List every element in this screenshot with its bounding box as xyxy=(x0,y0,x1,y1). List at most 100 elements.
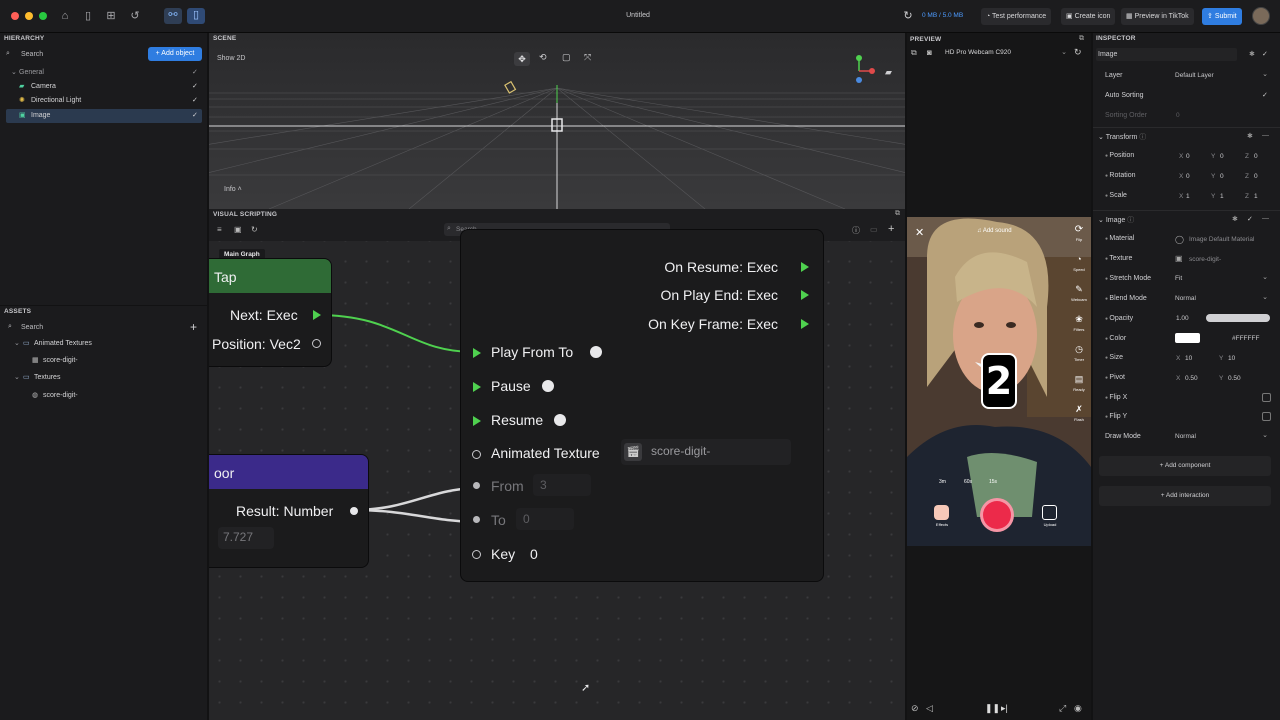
test-performance-button[interactable]: ◔ Test performance xyxy=(981,8,1052,25)
camera-view-icon[interactable]: ▰ xyxy=(885,67,892,78)
material-field[interactable]: Image Default Material xyxy=(1189,236,1254,243)
more-icon[interactable]: — xyxy=(1262,132,1269,139)
refresh-icon[interactable]: ↻ xyxy=(1074,47,1082,58)
add-interaction-button[interactable]: + Add interaction xyxy=(1099,486,1271,506)
panel-view-icon[interactable]: ▯ xyxy=(187,8,205,24)
duration-option[interactable]: 60s xyxy=(964,479,972,485)
pause-trigger-button[interactable] xyxy=(542,380,554,392)
scene-viewport[interactable]: SCENE Show 2D ✥ ⟲ ▢ ⤧ ▰ Info ˄ xyxy=(209,33,905,209)
maximize-window-button[interactable] xyxy=(39,12,47,20)
scale-z-input[interactable]: 1 xyxy=(1254,193,1258,200)
avatar[interactable] xyxy=(1252,7,1270,25)
rotate-tool-icon[interactable]: ⟲ xyxy=(539,52,547,63)
to-input-pin[interactable] xyxy=(473,516,480,523)
camera-icon[interactable]: ◙ xyxy=(927,48,932,57)
key-input-pin[interactable] xyxy=(472,550,481,559)
exec-output-pin[interactable] xyxy=(313,310,321,320)
transform-section-header[interactable]: ⌄ Transform ⓘ xyxy=(1098,132,1146,142)
stretch-mode-select[interactable]: Fit ⌄ xyxy=(1172,272,1268,285)
check-icon[interactable]: ✓ xyxy=(1262,50,1268,58)
check-icon[interactable]: ✓ xyxy=(1247,215,1253,223)
color-hex-input[interactable]: #FFFFFF xyxy=(1232,335,1259,342)
step-forward-icon[interactable]: ▸| xyxy=(1001,703,1008,714)
preview-tiktok-button[interactable]: ▦ Preview in TikTok xyxy=(1121,8,1194,25)
vec2-output-pin[interactable] xyxy=(312,339,321,348)
blend-mode-select[interactable]: Normal ⌄ xyxy=(1172,292,1268,305)
auto-sorting-checkbox[interactable]: ✓ xyxy=(1262,91,1268,99)
scale-y-input[interactable]: 1 xyxy=(1220,193,1224,200)
axis-gizmo-icon[interactable] xyxy=(849,53,889,87)
pivot-x-input[interactable]: 0.50 xyxy=(1185,375,1198,382)
effects-icon[interactable] xyxy=(934,505,949,520)
submit-button[interactable]: ⇪ Submit xyxy=(1202,8,1242,25)
hierarchy-item-image[interactable]: ▣ Image ✓ xyxy=(6,109,202,123)
webcam-icon[interactable]: ✎ xyxy=(1070,284,1088,295)
minimize-window-button[interactable] xyxy=(25,12,33,20)
record-icon[interactable]: ◉ xyxy=(1074,703,1082,714)
size-y-input[interactable]: 10 xyxy=(1228,355,1235,362)
refresh-icon[interactable]: ↻ xyxy=(901,9,915,23)
size-x-input[interactable]: 10 xyxy=(1185,355,1192,362)
home-icon[interactable]: ⌂ xyxy=(58,9,72,23)
video-preview[interactable]: 2 ✕ ♫ Add sound ⟳ Flip ◔ Speed ✎ Webcam … xyxy=(907,217,1091,546)
hierarchy-search-input[interactable]: Search xyxy=(21,51,43,58)
layer-select[interactable]: Default Layer ⌄ xyxy=(1172,69,1268,82)
exec-input-pin[interactable] xyxy=(473,416,481,426)
flip-x-checkbox[interactable] xyxy=(1262,393,1271,402)
duration-option[interactable]: 3m xyxy=(939,479,946,485)
opacity-input[interactable]: 1.00 xyxy=(1176,315,1189,322)
create-icon-button[interactable]: ▣ Create icon xyxy=(1061,8,1116,25)
history-icon[interactable]: ↺ xyxy=(128,9,142,23)
check-icon[interactable]: ✓ xyxy=(192,94,198,108)
scale-tool-icon[interactable]: ▢ xyxy=(562,52,571,63)
image-section-header[interactable]: ⌄ Image ⓘ xyxy=(1098,215,1134,225)
sorting-order-value[interactable]: 0 xyxy=(1176,112,1180,119)
duration-option[interactable]: 15s xyxy=(989,479,997,485)
layout-icon[interactable]: ▯ xyxy=(81,9,95,23)
exec-input-pin[interactable] xyxy=(473,348,481,358)
add-component-button[interactable]: + Add component xyxy=(1099,456,1271,476)
show-2d-toggle[interactable]: Show 2D xyxy=(217,55,245,62)
assets-search-input[interactable]: Search xyxy=(21,324,43,331)
opacity-slider[interactable] xyxy=(1206,314,1270,322)
tap-node[interactable]: Tap Next: Exec Position: Vec2 xyxy=(209,258,332,367)
close-window-button[interactable] xyxy=(11,12,19,20)
target-icon[interactable]: ⊘ xyxy=(911,703,919,714)
play-from-to-trigger-button[interactable] xyxy=(590,346,602,358)
animated-texture-field[interactable]: 🎬︎ score-digit- xyxy=(621,439,791,465)
close-icon[interactable]: ✕ xyxy=(915,226,924,239)
scale-x-input[interactable]: 1 xyxy=(1186,193,1190,200)
exec-output-pin[interactable] xyxy=(801,290,809,300)
add-sound-button[interactable]: ♫ Add sound xyxy=(977,228,1012,234)
timer-icon[interactable]: ◷ xyxy=(1070,344,1088,355)
record-button[interactable] xyxy=(980,498,1014,532)
rotation-z-input[interactable]: 0 xyxy=(1254,173,1258,180)
rotation-y-input[interactable]: 0 xyxy=(1220,173,1224,180)
asset-item[interactable]: ▦ score-digit- xyxy=(0,354,207,368)
check-icon[interactable]: ✓ xyxy=(192,66,198,80)
hierarchy-item-directional-light[interactable]: ✺ Directional Light ✓ xyxy=(0,94,207,108)
draw-mode-select[interactable]: Normal ⌄ xyxy=(1172,430,1268,443)
object-name-input[interactable]: Image xyxy=(1096,48,1237,61)
check-icon[interactable]: ✓ xyxy=(192,80,198,94)
color-swatch[interactable] xyxy=(1175,333,1200,343)
floor-value-field[interactable]: 7.727 xyxy=(218,527,274,549)
device-icon[interactable]: ⧉ xyxy=(911,48,917,58)
info-toggle[interactable]: Info ˄ xyxy=(224,186,242,193)
from-input-pin[interactable] xyxy=(473,482,480,489)
key-value-field[interactable]: 0 xyxy=(530,546,538,562)
graph-view-icon[interactable]: ⚯ xyxy=(164,8,182,24)
flip-y-checkbox[interactable] xyxy=(1262,412,1271,421)
texture-field[interactable]: score-digit- xyxy=(1189,256,1221,263)
speed-icon[interactable]: ◔ xyxy=(1070,254,1088,264)
position-y-input[interactable]: 0 xyxy=(1220,153,1224,160)
move-tool-icon[interactable]: ✥ xyxy=(514,52,530,66)
add-object-button[interactable]: + Add object xyxy=(148,47,202,61)
camera-select[interactable]: HD Pro Webcam C920 ⌄ xyxy=(941,47,1067,59)
position-z-input[interactable]: 0 xyxy=(1254,153,1258,160)
exec-output-pin[interactable] xyxy=(801,262,809,272)
add-asset-plus-icon[interactable]: + xyxy=(190,320,197,334)
to-value-field[interactable]: 0 xyxy=(516,508,574,530)
rotation-x-input[interactable]: 0 xyxy=(1186,173,1190,180)
pivot-y-input[interactable]: 0.50 xyxy=(1228,375,1241,382)
